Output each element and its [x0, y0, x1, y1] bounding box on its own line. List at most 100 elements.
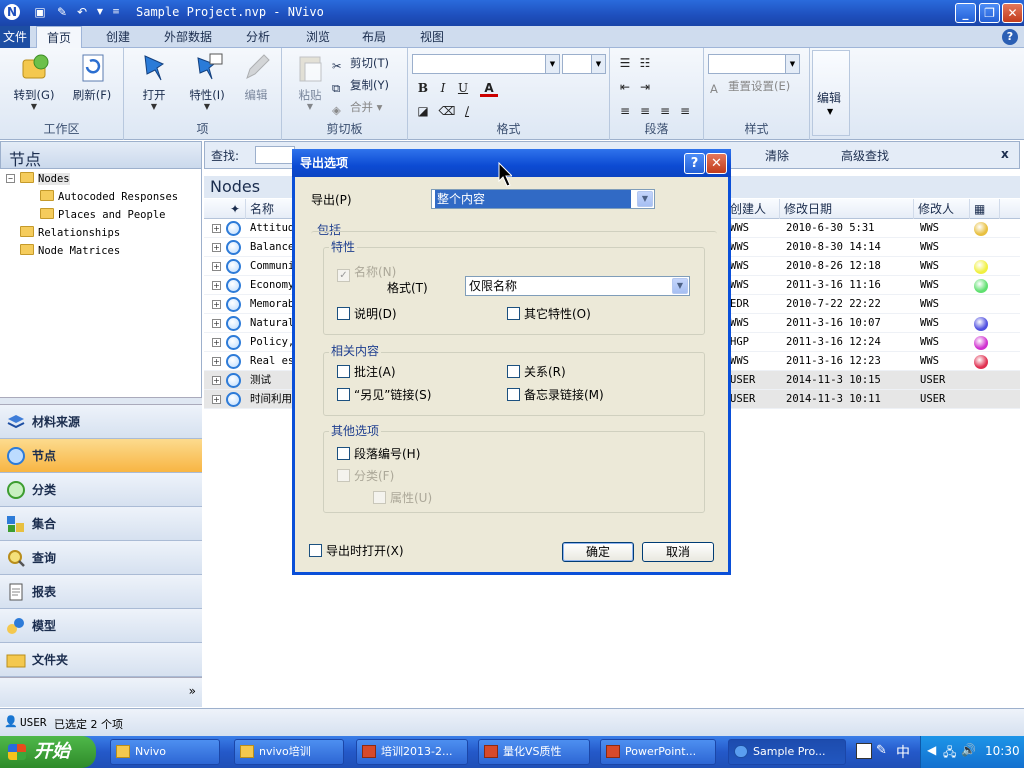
expand-icon[interactable]: + [212, 262, 221, 271]
task-nvivo-training[interactable]: nvivo培训 [234, 739, 344, 765]
find-close-button[interactable]: x [1001, 147, 1009, 161]
description-checkbox[interactable]: 说明(D) [337, 307, 397, 321]
minimize-button[interactable]: _ [955, 3, 976, 23]
nav-reports-button[interactable]: 报表 [0, 575, 202, 609]
app-logo-icon[interactable]: N [4, 4, 20, 20]
nav-queries-button[interactable]: 查询 [0, 541, 202, 575]
tree-item-places-people[interactable]: Places and People [40, 206, 165, 224]
attributes-checkbox[interactable]: 属性(U) [373, 491, 432, 505]
ime-icon[interactable]: ✎ [876, 743, 887, 758]
expand-icon[interactable]: + [212, 243, 221, 252]
tree-item-relationships[interactable]: Relationships [20, 224, 120, 242]
dialog-help-button[interactable]: ? [684, 153, 705, 174]
nav-models-button[interactable]: 模型 [0, 609, 202, 643]
style-combo[interactable]: ▼ [708, 54, 800, 74]
paragraph-numbers-checkbox[interactable]: 段落编号(H) [337, 447, 420, 461]
more-buttons-icon[interactable]: » [189, 684, 196, 698]
justify-icon[interactable]: ≡ [676, 102, 694, 120]
col-modified-by[interactable]: 修改人 [914, 199, 970, 219]
tab-view[interactable]: 视图 [410, 26, 454, 48]
goto-button[interactable]: 转到(G) ▼ [8, 52, 60, 116]
export-select[interactable]: 整个内容 ▼ [431, 189, 655, 209]
reset-settings-button[interactable]: A 重置设置(E) [710, 76, 790, 96]
bold-button[interactable]: B [414, 79, 432, 97]
line-icon[interactable]: ∕ [458, 102, 476, 120]
col-created-by[interactable]: 创建人 [726, 199, 780, 219]
font-size-combo[interactable]: ▼ [562, 54, 606, 74]
tray-expand-icon[interactable]: ◀ [927, 743, 936, 757]
task-training-doc[interactable]: 培训2013-2... [356, 739, 468, 765]
pin-column-icon[interactable]: ✦ [226, 199, 246, 219]
nav-classifications-button[interactable]: 分类 [0, 473, 202, 507]
increase-indent-icon[interactable]: ⇥ [636, 78, 654, 96]
clock[interactable]: 10:30 [985, 744, 1020, 758]
task-sample-project[interactable]: Sample Pro... [728, 739, 846, 765]
decrease-indent-icon[interactable]: ⇤ [616, 78, 634, 96]
refresh-button[interactable]: 刷新(F) [66, 52, 118, 116]
close-button[interactable]: ✕ [1002, 3, 1023, 23]
tab-external-data[interactable]: 外部数据 [156, 26, 220, 48]
tree-item-node-matrices[interactable]: Node Matrices [20, 242, 120, 260]
tab-home[interactable]: 首页 [36, 26, 82, 49]
highlight-icon[interactable]: ◪ [414, 102, 432, 120]
customize-qat-icon[interactable]: ≡ [108, 4, 124, 20]
maximize-button[interactable]: ❐ [979, 3, 1000, 23]
advanced-find-button[interactable]: 高级查找 [841, 147, 889, 164]
dialog-close-button[interactable]: ✕ [706, 153, 727, 174]
align-left-icon[interactable]: ≡ [616, 102, 634, 120]
merge-button[interactable]: ◈ 合并 ▾ [332, 97, 382, 117]
font-name-combo[interactable]: ▼ [412, 54, 560, 74]
tab-analyze[interactable]: 分析 [236, 26, 280, 48]
expand-icon[interactable]: + [212, 395, 221, 404]
numbered-list-icon[interactable]: ☷ [636, 54, 654, 72]
column-chooser-icon[interactable]: ▦ [970, 199, 1000, 219]
help-icon[interactable]: ? [1002, 29, 1018, 45]
relationships-checkbox[interactable]: 关系(R) [507, 365, 566, 379]
cancel-button[interactable]: 取消 [642, 542, 714, 562]
clear-button[interactable]: 清除 [765, 147, 789, 164]
italic-button[interactable]: I [434, 79, 452, 97]
tab-create[interactable]: 创建 [96, 26, 140, 48]
align-right-icon[interactable]: ≡ [656, 102, 674, 120]
task-nvivo-folder[interactable]: Nvivo [110, 739, 220, 765]
ok-button[interactable]: 确定 [562, 542, 634, 562]
expand-icon[interactable]: + [212, 319, 221, 328]
tree-item-autocoded[interactable]: Autocoded Responses [40, 188, 178, 206]
volume-icon[interactable]: 🔊 [961, 743, 976, 757]
task-quant-vs-qual[interactable]: 量化VS质性 [478, 739, 590, 765]
find-input[interactable] [255, 146, 295, 164]
save-icon[interactable]: ▣ [32, 4, 48, 20]
editing-button[interactable]: 编辑 ▼ [812, 50, 850, 136]
tab-layout[interactable]: 布局 [352, 26, 396, 48]
align-center-icon[interactable]: ≡ [636, 102, 654, 120]
edit-icon[interactable]: ✎ [54, 4, 70, 20]
bullet-list-icon[interactable]: ☰ [616, 54, 634, 72]
qr-icon[interactable] [856, 743, 872, 759]
file-tab[interactable]: 文件 [0, 26, 30, 48]
network-icon[interactable]: 🖧 [943, 743, 956, 764]
memo-links-checkbox[interactable]: 备忘录链接(M) [507, 388, 604, 402]
expand-icon[interactable]: + [212, 281, 221, 290]
expand-icon[interactable]: + [212, 376, 221, 385]
eraser-icon[interactable]: ⌫ [438, 102, 456, 120]
expand-icon[interactable]: + [212, 357, 221, 366]
expand-icon[interactable]: + [212, 300, 221, 309]
cut-button[interactable]: ✂ 剪切(T) [332, 53, 389, 73]
nav-sources-button[interactable]: 材料来源 [0, 405, 202, 439]
open-on-export-checkbox[interactable]: 导出时打开(X) [309, 544, 404, 558]
copy-button[interactable]: ⧉ 复制(Y) [332, 75, 389, 95]
annotations-checkbox[interactable]: 批注(A) [337, 365, 396, 379]
underline-button[interactable]: U [454, 79, 472, 97]
see-also-links-checkbox[interactable]: “另见”链接(S) [337, 388, 431, 402]
tree-item-nodes[interactable]: − Nodes [6, 170, 70, 188]
task-powerpoint[interactable]: PowerPoint... [600, 739, 716, 765]
open-button[interactable]: 打开 ▼ [128, 52, 180, 116]
col-modified-date[interactable]: 修改日期 [780, 199, 914, 219]
ime-language[interactable]: 中 [896, 742, 910, 762]
nav-collections-button[interactable]: 集合 [0, 507, 202, 541]
nav-nodes-button[interactable]: 节点 [0, 439, 202, 473]
tab-explore[interactable]: 浏览 [296, 26, 340, 48]
expand-icon[interactable]: + [212, 224, 221, 233]
edit-button[interactable]: 编辑 [230, 52, 282, 116]
format-select[interactable]: 仅限名称 ▼ [465, 276, 690, 296]
